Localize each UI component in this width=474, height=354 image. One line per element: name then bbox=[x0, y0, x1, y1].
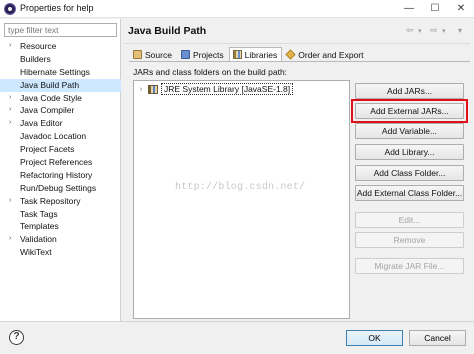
tree-item-javadoc-location[interactable]: Javadoc Location bbox=[0, 130, 121, 143]
tab-bar: Source Projects Libraries Order and Expo… bbox=[129, 47, 368, 61]
expand-arrow-icon[interactable]: › bbox=[9, 195, 11, 208]
library-item-jre[interactable]: › JRE System Library [JavaSE-1.8] bbox=[136, 83, 294, 95]
add-external-class-folder-button[interactable]: Add External Class Folder... bbox=[355, 185, 464, 201]
close-button[interactable]: ✕ bbox=[448, 0, 474, 18]
add-variable-button[interactable]: Add Variable... bbox=[355, 123, 464, 139]
library-label: JRE System Library [JavaSE-1.8] bbox=[161, 83, 294, 95]
tree-item-refactoring-history[interactable]: Refactoring History bbox=[0, 169, 121, 182]
window-title: Properties for help bbox=[20, 3, 94, 13]
watermark-text: http://blog.csdn.net/ bbox=[175, 182, 306, 193]
header-divider bbox=[124, 43, 470, 44]
back-arrow-icon[interactable]: ⇦ bbox=[406, 25, 414, 36]
properties-nav-pane: ›Resource Builders Hibernate Settings Ja… bbox=[0, 19, 121, 321]
migrate-jar-file-button[interactable]: Migrate JAR File... bbox=[355, 258, 464, 274]
expand-arrow-icon[interactable]: › bbox=[9, 233, 11, 246]
add-library-button[interactable]: Add Library... bbox=[355, 144, 464, 160]
maximize-button[interactable]: ☐ bbox=[422, 0, 448, 18]
properties-tree: › Resource Builders Hibernate Settings Ja… bbox=[0, 40, 121, 259]
eclipse-app-icon bbox=[4, 3, 16, 15]
add-jars-button[interactable]: Add JARs... bbox=[355, 83, 464, 99]
tree-item-project-references[interactable]: Project References bbox=[0, 156, 121, 169]
tree-item-java-compiler[interactable]: › Java Compiler bbox=[0, 104, 121, 117]
help-icon[interactable]: ? bbox=[9, 330, 24, 345]
forward-arrow-icon[interactable]: ⇨ bbox=[430, 25, 438, 36]
forward-dropdown-icon[interactable]: ▾ bbox=[442, 27, 446, 35]
library-jar-icon bbox=[148, 84, 158, 94]
page-title: Java Build Path bbox=[128, 25, 207, 37]
projects-icon bbox=[180, 50, 190, 59]
tab-projects[interactable]: Projects bbox=[177, 47, 229, 61]
tree-item-java-build-path[interactable]: Java Build Path bbox=[0, 78, 121, 92]
source-folder-icon bbox=[133, 50, 142, 59]
tree-item-templates[interactable]: Templates bbox=[0, 220, 121, 233]
tree-item-java-editor[interactable]: › Java Editor bbox=[0, 117, 121, 130]
tab-libraries[interactable]: Libraries bbox=[228, 47, 283, 61]
back-dropdown-icon[interactable]: ▾ bbox=[418, 27, 422, 35]
libraries-icon bbox=[232, 50, 242, 59]
tree-item-hibernate-settings[interactable]: Hibernate Settings bbox=[0, 66, 121, 79]
edit-button[interactable]: Edit... bbox=[355, 212, 464, 228]
expand-arrow-icon[interactable]: › bbox=[9, 92, 11, 105]
tree-item-run-debug-settings[interactable]: Run/Debug Settings bbox=[0, 182, 121, 195]
view-menu-icon[interactable]: ▾ bbox=[458, 26, 462, 35]
tree-item-project-facets[interactable]: Project Facets bbox=[0, 143, 121, 156]
expand-arrow-icon[interactable]: › bbox=[136, 86, 146, 93]
tree-item-wikitext[interactable]: WikiText bbox=[0, 246, 121, 259]
order-export-icon bbox=[285, 49, 296, 60]
dialog-footer: ? OK Cancel bbox=[0, 322, 474, 354]
remove-button[interactable]: Remove bbox=[355, 232, 464, 248]
build-path-libraries-tree[interactable]: › JRE System Library [JavaSE-1.8] bbox=[133, 80, 350, 319]
expand-arrow-icon[interactable]: › bbox=[9, 117, 11, 130]
tab-source[interactable]: Source bbox=[129, 47, 177, 61]
libraries-description: JARs and class folders on the build path… bbox=[133, 67, 288, 77]
expand-arrow-icon[interactable]: › bbox=[9, 104, 11, 117]
tab-order-and-export[interactable]: Order and Export bbox=[282, 47, 368, 61]
add-class-folder-button[interactable]: Add Class Folder... bbox=[355, 165, 464, 181]
minimize-button[interactable]: — bbox=[396, 0, 422, 18]
title-bar: Properties for help — ☐ ✕ bbox=[0, 0, 474, 18]
expand-arrow-icon[interactable]: › bbox=[9, 40, 11, 53]
tree-item-builders[interactable]: Builders bbox=[0, 53, 121, 66]
tree-item-validation[interactable]: › Validation bbox=[0, 233, 121, 246]
tree-item-task-tags[interactable]: Task Tags bbox=[0, 208, 121, 221]
tree-item-java-code-style[interactable]: › Java Code Style bbox=[0, 92, 121, 105]
filter-input[interactable] bbox=[4, 23, 117, 37]
tree-item-task-repository[interactable]: › Task Repository bbox=[0, 195, 121, 208]
cancel-button[interactable]: Cancel bbox=[409, 330, 466, 346]
tree-item-resource[interactable]: › Resource bbox=[0, 40, 121, 53]
tab-underline bbox=[129, 61, 470, 62]
page-header: Java Build Path ⇦ ▾ ⇨ ▾ ▾ bbox=[124, 20, 470, 42]
highlight-box bbox=[351, 99, 468, 123]
ok-button[interactable]: OK bbox=[346, 330, 403, 346]
